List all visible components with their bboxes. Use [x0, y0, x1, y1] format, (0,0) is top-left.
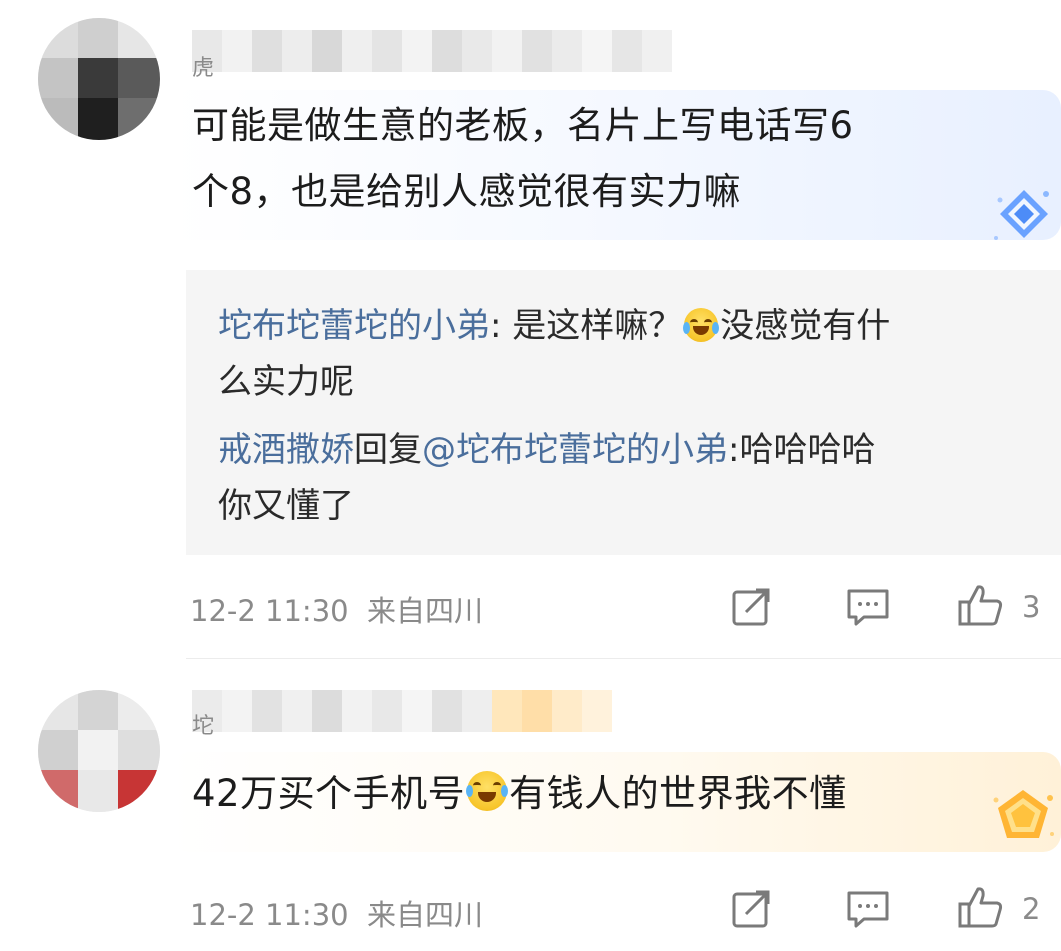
- comment-text: 42万买个手机号: [192, 772, 466, 815]
- reply-item[interactable]: 坨布坨蕾坨的小弟: 是这样嘛？ 没感觉有什: [218, 298, 890, 354]
- author-name-blurred[interactable]: [192, 690, 612, 732]
- comment-location: 来自四川: [367, 898, 484, 932]
- reply-text: 是这样嘛？: [512, 306, 683, 346]
- thumbs-up-icon[interactable]: [956, 884, 1006, 930]
- laughing-with-tears-emoji-icon: [683, 308, 720, 342]
- author-name-fragment: 虎: [192, 56, 215, 81]
- repost-icon[interactable]: [730, 888, 776, 930]
- reply-text: 没感觉有什: [720, 306, 891, 346]
- mention-link[interactable]: @坨布坨蕾坨的小弟: [422, 430, 728, 470]
- reply-text: 哈哈哈哈: [739, 430, 876, 470]
- reply-verb: 回复: [354, 430, 422, 470]
- comment-divider: [186, 658, 1061, 659]
- comment-text-line: 个8，也是给别人感觉很有实力嘛: [192, 170, 742, 213]
- avatar[interactable]: [38, 18, 160, 140]
- laughing-with-tears-emoji-icon: [466, 771, 509, 811]
- author-name-blurred[interactable]: [192, 30, 672, 72]
- comment-meta: 12-2 11:30 来自四川: [190, 892, 483, 934]
- blue-diamond-badge-icon: [994, 190, 1049, 240]
- comment-meta: 12-2 11:30 来自四川: [190, 588, 483, 630]
- reply-author-link[interactable]: 坨布坨蕾坨的小弟: [218, 306, 490, 346]
- author-name-fragment: 坨: [192, 714, 215, 739]
- comment-icon[interactable]: [844, 586, 892, 628]
- reply-text-continuation: 你又懂了: [218, 486, 354, 526]
- reply-separator: :: [490, 306, 513, 346]
- reply-separator: :: [728, 430, 740, 470]
- gold-pentagon-badge-icon: [993, 790, 1054, 838]
- reply-author-link[interactable]: 戒酒撒娇: [218, 430, 354, 470]
- reply-item[interactable]: 戒酒撒娇回复@坨布坨蕾坨的小弟:哈哈哈哈: [218, 422, 875, 478]
- comment-text: 有钱人的世界我不懂: [509, 772, 847, 815]
- like-count: 3: [1022, 590, 1041, 624]
- reply-text-continuation: 么实力呢: [218, 362, 354, 402]
- comment-text-line: 42万买个手机号 有钱人的世界我不懂: [192, 764, 847, 824]
- comment-text-line: 可能是做生意的老板，名片上写电话写6: [192, 104, 854, 147]
- comment-icon[interactable]: [844, 888, 892, 930]
- comment-time: 12-2 11:30: [190, 594, 349, 628]
- thumbs-up-icon[interactable]: [956, 582, 1006, 628]
- avatar[interactable]: [38, 690, 160, 812]
- comment-location: 来自四川: [367, 594, 484, 628]
- repost-icon[interactable]: [730, 586, 776, 628]
- comment-time: 12-2 11:30: [190, 898, 349, 932]
- like-count: 2: [1022, 892, 1041, 926]
